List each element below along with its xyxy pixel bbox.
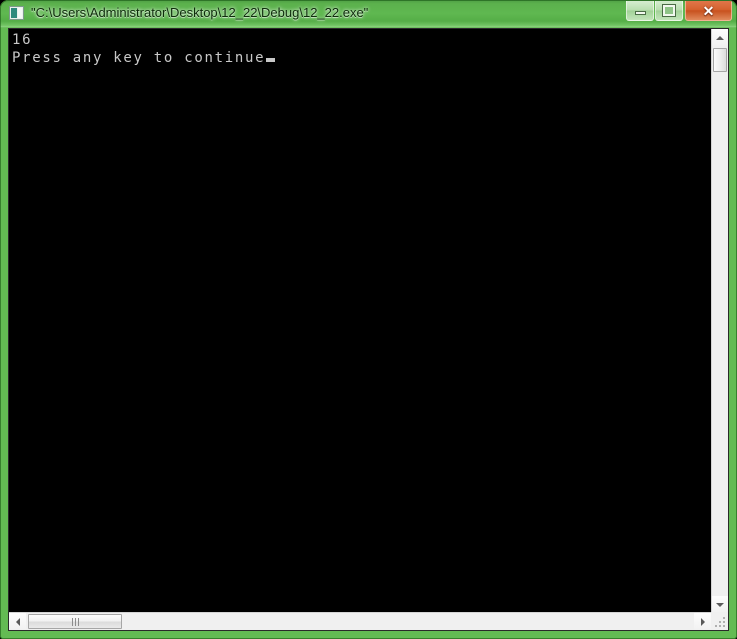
- console-line: 16: [12, 32, 33, 48]
- console-window: "C:\Users\Administrator\Desktop\12_22\De…: [0, 0, 737, 639]
- console-cursor: [266, 58, 276, 62]
- window-client-area: 16 Press any key to continue: [8, 28, 729, 631]
- scroll-down-button[interactable]: [712, 596, 728, 613]
- console-icon-pane-left: [11, 8, 17, 18]
- chevron-down-icon: [716, 602, 724, 607]
- chevron-right-icon: [700, 617, 705, 626]
- close-button[interactable]: ✕: [685, 1, 732, 21]
- scroll-left-button[interactable]: [9, 613, 26, 630]
- console-icon-pane-right: [18, 8, 22, 18]
- scroll-right-button[interactable]: [694, 613, 711, 630]
- desktop-background: "C:\Users\Administrator\Desktop\12_22\De…: [0, 0, 737, 639]
- maximize-button[interactable]: [655, 1, 683, 21]
- vertical-scrollbar-thumb[interactable]: [713, 48, 727, 72]
- window-title-text: "C:\Users\Administrator\Desktop\12_22\De…: [31, 5, 369, 20]
- resize-grip[interactable]: [711, 612, 728, 630]
- caption-button-group: ✕: [625, 1, 732, 22]
- console-text-block: 16 Press any key to continue: [12, 31, 276, 67]
- scroll-up-button[interactable]: [712, 29, 728, 46]
- chevron-up-icon: [716, 35, 724, 40]
- chevron-left-icon: [15, 617, 20, 626]
- scrollbar-grip-icon: [71, 617, 79, 626]
- window-titlebar[interactable]: "C:\Users\Administrator\Desktop\12_22\De…: [0, 0, 737, 27]
- close-icon: ✕: [702, 2, 715, 19]
- horizontal-scrollbar[interactable]: [9, 612, 711, 630]
- console-window-icon[interactable]: [9, 6, 24, 20]
- vertical-scrollbar[interactable]: [711, 29, 728, 613]
- minimize-button[interactable]: [626, 1, 654, 21]
- minimize-icon: [634, 11, 646, 15]
- maximize-icon: [662, 4, 676, 17]
- console-line: Press any key to continue: [12, 50, 266, 66]
- console-output-surface[interactable]: 16 Press any key to continue: [9, 29, 711, 613]
- horizontal-scrollbar-thumb[interactable]: [28, 614, 122, 629]
